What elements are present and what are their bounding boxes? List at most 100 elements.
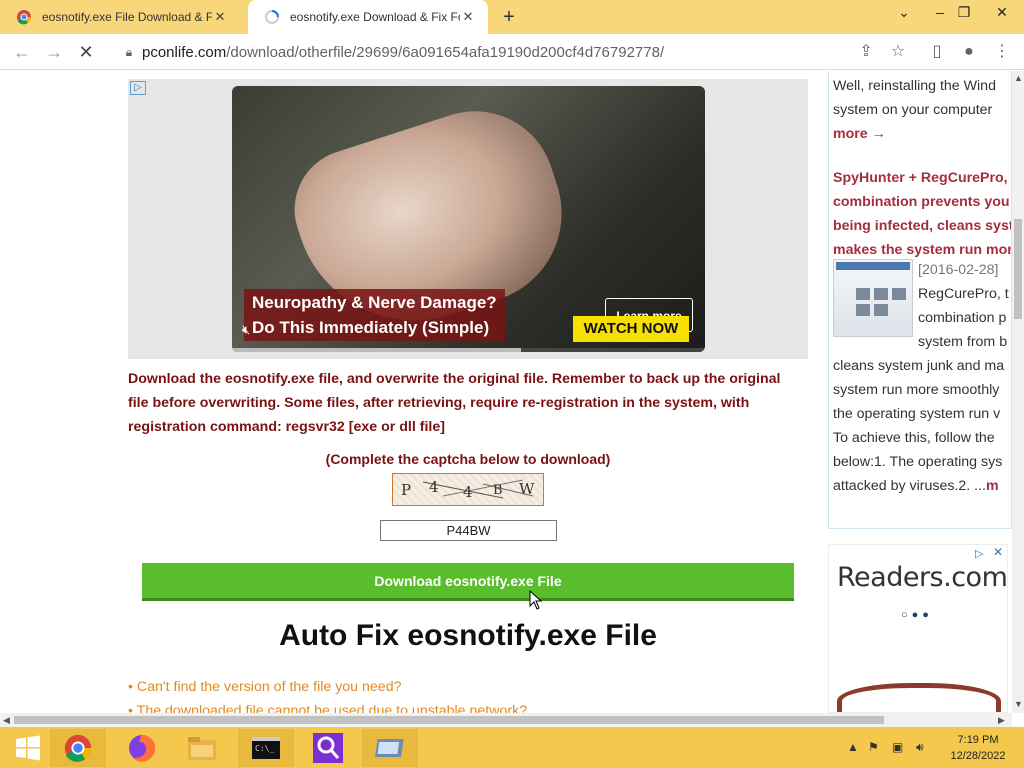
browser-tabbar: eosnotify.exe File Download & Fix For ✕ … [0,0,1024,34]
side-panel-icon[interactable]: ▯ [927,42,947,62]
vertical-scrollbar[interactable]: ▲ ▼ [1012,71,1024,713]
thumbnail-cell [892,288,906,300]
back-button[interactable]: ← [11,41,33,63]
sidebar-text: system run more smoothly [833,382,1000,398]
close-window-button[interactable]: ✕ [992,4,1012,21]
scroll-left-icon[interactable]: ◀ [3,715,10,726]
close-ad-icon[interactable]: ✕ [993,545,1003,559]
ad-headline-line2: Do This Immediately (Simple) [252,318,490,337]
close-icon[interactable]: ✕ [460,9,476,25]
readers-ad[interactable]: ▷ ✕ Readers.com ○●● [828,544,1008,713]
article-title-link[interactable]: SpyHunter + RegCurePro, t [833,166,1011,190]
folder-icon [188,737,216,760]
captcha-image[interactable]: P 4 4 B W [392,473,544,506]
horizontal-scrollbar[interactable]: ◀ ▶ [0,713,1012,727]
scroll-down-icon[interactable]: ▼ [1014,699,1023,709]
scrollbar-thumb[interactable] [1014,219,1022,319]
read-more-link[interactable]: m [986,478,999,494]
url-path: /download/otherfile/29699/6a091654afa191… [226,43,665,61]
forward-button[interactable]: → [43,41,65,63]
chevron-down-icon[interactable]: ⌄ [894,4,914,21]
faq-link[interactable]: • Can't find the version of the file you… [128,679,401,695]
page-content: ▷ Neuropathy & Nerve Damage? Do This Imm… [0,71,1012,713]
clock-time: 7:19 PM [957,734,999,746]
sidebar-text: the operating system run v [833,406,1001,422]
sidebar-text: system from b [918,334,1008,350]
thumbnail-cell [856,288,870,300]
captcha-prompt: (Complete the captcha below to download) [325,451,611,467]
close-icon[interactable]: ✕ [212,9,228,25]
minimize-button[interactable]: – [930,4,950,20]
firefox-icon [129,735,156,762]
auto-fix-heading: Auto Fix eosnotify.exe File [279,619,657,652]
faq-link[interactable]: • The downloaded file cannot be used due… [128,703,527,713]
search-taskbar-button[interactable] [300,729,356,767]
captcha-char: W [519,480,535,498]
loading-spinner-icon [264,9,280,25]
sidebar-text: attacked by viruses.2. ...m [833,474,999,498]
sidebar-text: combination p [918,310,1007,326]
chrome-taskbar-button[interactable] [50,729,106,767]
ad-headline-line1: Neuropathy & Nerve Damage? [252,293,497,312]
more-link[interactable]: more → [833,122,886,146]
mute-icon[interactable]: 🔇︎ [242,322,258,338]
article-title-link[interactable]: combination prevents you [833,190,1010,214]
scroll-right-icon[interactable]: ▶ [998,715,1005,726]
tab-eosnotify-download-fix[interactable]: eosnotify.exe Download & Fix For ✕ [248,0,488,34]
ad-progress-bar [232,348,705,352]
captcha-char: P [401,481,412,499]
chrome-icon [64,734,92,762]
scrollbar-thumb[interactable] [14,716,884,724]
volume-icon[interactable]: 🔊︎ [916,740,924,755]
article-thumbnail[interactable] [833,259,913,337]
sidebar-text: Well, reinstalling the Wind [833,78,996,94]
sidebar-text: below:1. The operating sys [833,454,1003,470]
sidebar-text: cleans system junk and ma [833,358,1005,374]
file-explorer-taskbar-button[interactable] [174,729,230,767]
menu-icon[interactable]: ⋮ [992,42,1012,62]
adchoices-icon[interactable]: ▷ [130,81,146,95]
system-clock[interactable]: 7:19 PM 12/28/2022 [936,732,1020,764]
flag-icon[interactable]: ⚑ [868,740,879,754]
browser-toolbar: ← → ✕ 🔒︎ pconlife.com /download/otherfil… [0,34,1024,70]
share-icon[interactable]: ⇪ [856,42,876,62]
restore-button[interactable]: ❐ [954,4,974,21]
scroll-up-icon[interactable]: ▲ [1014,73,1023,83]
bookmark-star-icon[interactable]: ☆ [888,42,908,62]
svg-text:C:\_: C:\_ [255,744,274,753]
firefox-taskbar-button[interactable] [114,729,170,767]
mouse-cursor [529,590,543,610]
new-tab-button[interactable]: + [498,6,520,29]
adchoices-icon[interactable]: ▷ [975,547,983,560]
search-icon [313,733,343,763]
watch-now-button[interactable]: WATCH NOW [573,316,689,342]
tab-title: eosnotify.exe File Download & Fix For [42,10,212,24]
ad-headline: Neuropathy & Nerve Damage? Do This Immed… [244,289,505,341]
url-domain: pconlife.com [142,43,227,61]
sidebar-text: To achieve this, follow the [833,430,995,446]
video-ad[interactable]: ▷ Neuropathy & Nerve Damage? Do This Imm… [128,79,808,359]
article-title-link[interactable]: being infected, cleans syst [833,214,1011,238]
thumbnail-cell [874,288,888,300]
ad-image[interactable]: Neuropathy & Nerve Damage? Do This Immed… [232,86,705,352]
profile-icon[interactable]: ● [959,42,979,62]
tab-eosnotify-file-download[interactable]: eosnotify.exe File Download & Fix For ✕ [0,0,248,34]
window-app-icon [375,739,404,757]
tab-title: eosnotify.exe Download & Fix For [290,10,460,24]
ad-progress-fill [232,348,521,352]
captcha-char: 4 [463,483,473,501]
download-instructions: Download the eosnotify.exe file, and ove… [128,371,781,435]
captcha-input[interactable]: P44BW [380,520,557,541]
stop-loading-button[interactable]: ✕ [75,41,97,63]
carousel-dots[interactable]: ○●● [901,609,933,621]
network-icon[interactable]: ▣ [892,740,903,754]
download-file-button[interactable]: Download eosnotify.exe File [142,563,794,601]
chrome-icon [16,9,32,25]
show-hidden-icons[interactable]: ▲ [847,740,859,754]
thumbnail-header [836,262,910,270]
window-app-taskbar-button[interactable] [362,729,418,767]
command-prompt-taskbar-button[interactable]: C:\_ [238,729,294,767]
start-button[interactable] [0,729,56,767]
thumbnail-cell [874,304,888,316]
address-bar[interactable]: 🔒︎ pconlife.com /download/otherfile/2969… [108,38,820,66]
